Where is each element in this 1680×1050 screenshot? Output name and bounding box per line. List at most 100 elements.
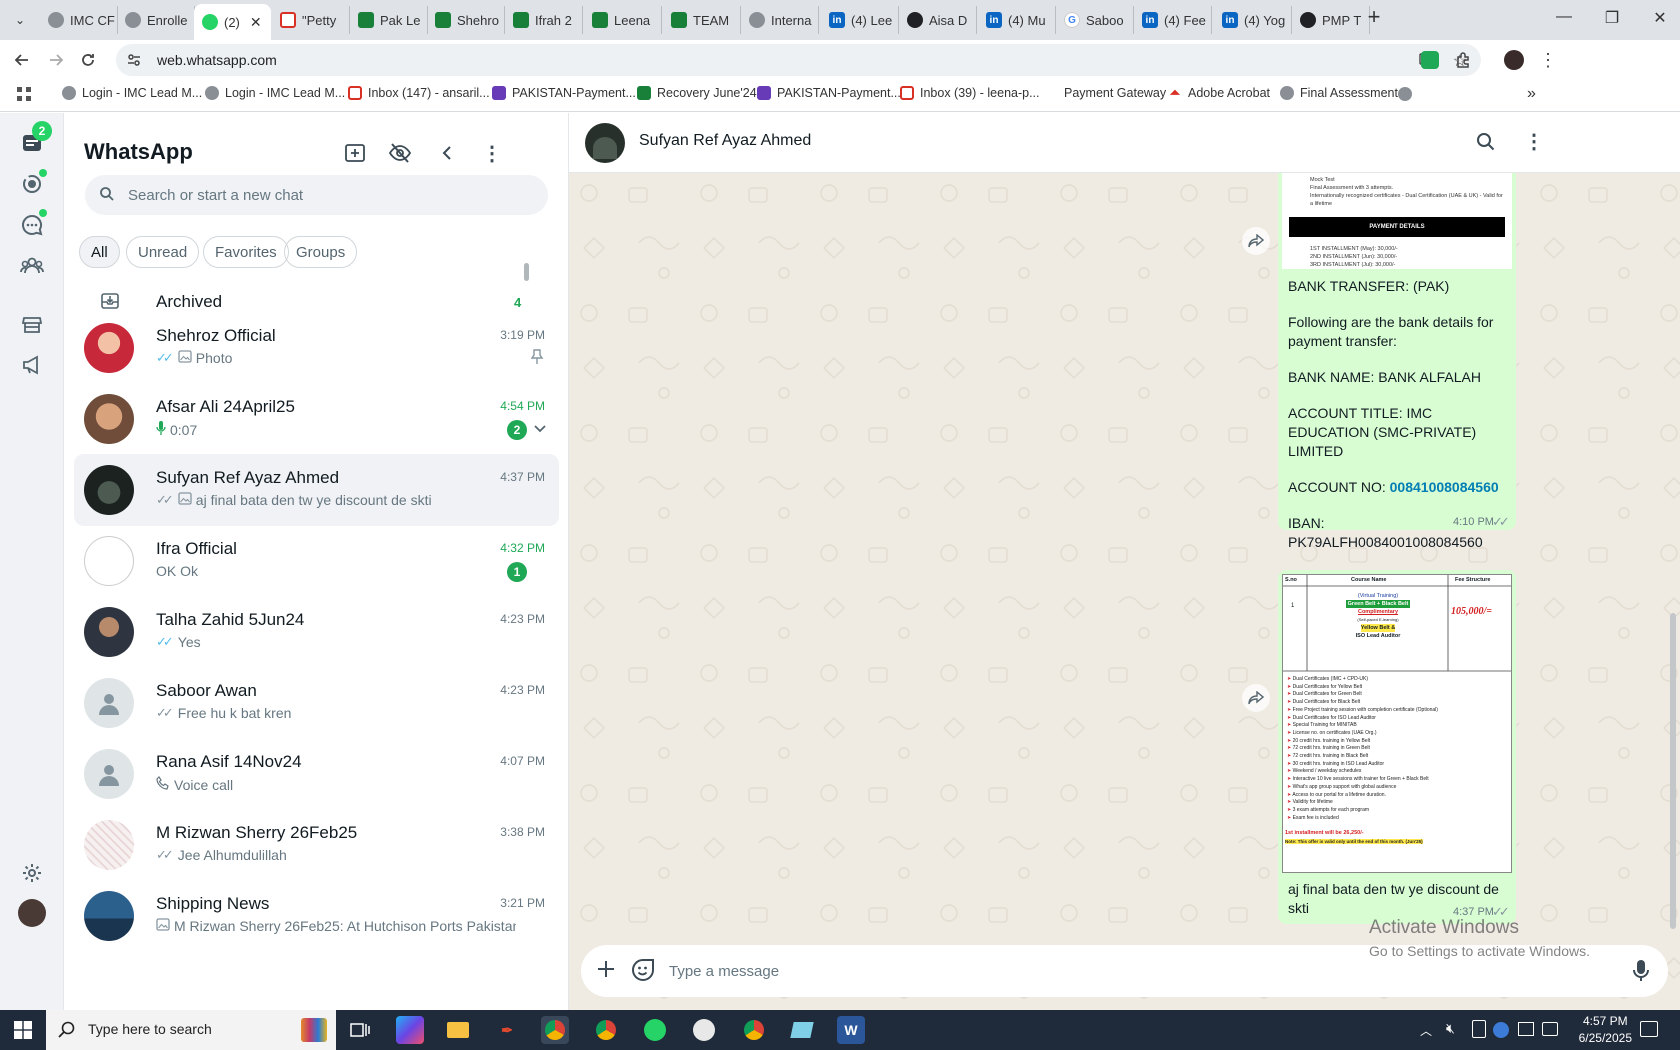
extensions-puzzle-icon[interactable]: [1452, 48, 1476, 72]
filter-chip[interactable]: Unread: [126, 236, 200, 268]
attach-plus-icon[interactable]: [595, 958, 617, 985]
maximize-icon[interactable]: ❐: [1600, 8, 1624, 28]
chrome-icon[interactable]: [541, 1016, 569, 1044]
conversation-search-icon[interactable]: [1476, 132, 1496, 157]
chat-avatar[interactable]: [84, 607, 134, 657]
bookmark-item[interactable]: Final Assessment: [1280, 86, 1398, 100]
notes-app-icon[interactable]: [788, 1016, 816, 1044]
tray-overflow-chevron-icon[interactable]: ︿: [1420, 1022, 1432, 1039]
browser-tab[interactable]: in (4) Mu: [978, 6, 1056, 34]
browser-tab[interactable]: in (4) Lee: [821, 6, 899, 34]
bookmark-item[interactable]: PAKISTAN-Payment...: [492, 86, 636, 100]
taskbar-clock[interactable]: 4:57 PM 6/25/2025: [1579, 1013, 1632, 1047]
chrome-second-icon[interactable]: [740, 1016, 768, 1044]
weather-icon[interactable]: [1493, 1022, 1509, 1038]
notifications-icon[interactable]: [1640, 1021, 1658, 1037]
chat-row[interactable]: Sufyan Ref Ayaz Ahmed 4:37 PM ✓✓ aj final b…: [74, 454, 559, 526]
bookmark-item[interactable]: Login - IMC Lead M...: [62, 86, 202, 100]
fee-structure-message[interactable]: S.no Course Name Fee Structure 1 (Virtua…: [1278, 570, 1516, 924]
bookmark-imc-icon[interactable]: [1398, 87, 1412, 101]
forward-share-icon[interactable]: [1242, 227, 1270, 255]
back-arrow-icon[interactable]: [10, 48, 34, 72]
word-icon[interactable]: W: [837, 1016, 865, 1044]
bookmark-item[interactable]: Inbox (147) - ansaril...: [348, 86, 490, 100]
bookmark-item[interactable]: ⏶ Adobe Acrobat: [1168, 85, 1270, 100]
emoji-sticker-icon[interactable]: [631, 958, 655, 987]
display-icon[interactable]: [1542, 1022, 1558, 1036]
chat-avatar[interactable]: [84, 891, 134, 941]
conversation-menu-kebab-icon[interactable]: ⋮: [1524, 129, 1544, 154]
device-icon[interactable]: [1472, 1020, 1486, 1038]
filter-chip[interactable]: Favorites: [203, 236, 289, 268]
chat-row[interactable]: Afsar Ali 24April25 4:54 PM 0:07 2: [74, 383, 559, 455]
bookmark-item[interactable]: Login - IMC Lead M...: [205, 86, 345, 100]
browser-tab[interactable]: "Petty: [272, 6, 350, 34]
browser-tab[interactable]: (2) ✕: [194, 4, 271, 40]
chat-row[interactable]: Ifra Official 4:32 PM OK Ok 1: [74, 525, 559, 597]
settings-gear-icon[interactable]: [20, 861, 44, 885]
task-view-icon[interactable]: [346, 1016, 374, 1044]
browser-tab[interactable]: Shehro: [427, 6, 505, 34]
chat-row[interactable]: M Rizwan Sherry 26Feb25 3:38 PM ✓✓ Jee Alhu…: [74, 809, 559, 881]
browser-tab[interactable]: Aisa D: [899, 6, 977, 34]
chat-options-chevron-icon[interactable]: [533, 421, 547, 439]
browser-tab[interactable]: TEAM: [663, 6, 741, 34]
extension-whatsapp-icon[interactable]: [1418, 48, 1442, 72]
bookmark-item[interactable]: Inbox (39) - leena-p...: [900, 86, 1040, 100]
bank-details-message[interactable]: Mock Test Final Assessment with 3 attemp…: [1278, 173, 1516, 550]
browser-tab[interactable]: G Saboo: [1056, 6, 1134, 34]
file-explorer-icon[interactable]: [444, 1016, 472, 1044]
browser-tab[interactable]: in (4) Fee: [1134, 6, 1212, 34]
reload-icon[interactable]: [76, 48, 100, 72]
browser-menu-kebab-icon[interactable]: ⋮: [1536, 48, 1560, 72]
filter-chip[interactable]: Groups: [284, 236, 358, 268]
chat-avatar[interactable]: [84, 678, 134, 728]
minimize-icon[interactable]: —: [1552, 8, 1576, 26]
volume-muted-icon[interactable]: 🔇︎: [1446, 1020, 1455, 1037]
close-tab-icon[interactable]: ✕: [250, 14, 262, 31]
bookmark-item[interactable]: Recovery June'24: [637, 86, 757, 100]
copilot-icon[interactable]: [396, 1016, 424, 1044]
app-feather-icon[interactable]: ✒: [493, 1016, 521, 1044]
chat-row[interactable]: Talha Zahid 5Jun24 4:23 PM ✓✓ Yes: [74, 596, 559, 668]
omnibox[interactable]: ☆: [116, 44, 1481, 76]
browser-tab[interactable]: IMC CF: [40, 6, 118, 34]
conversation-header[interactable]: Sufyan Ref Ayaz Ahmed ⋮: [569, 113, 1680, 173]
close-window-icon[interactable]: ✕: [1648, 8, 1672, 28]
microphone-icon[interactable]: [1632, 959, 1650, 988]
chat-avatar[interactable]: [84, 323, 134, 373]
conversation-scrollbar[interactable]: [1667, 173, 1679, 945]
site-info-icon[interactable]: [126, 52, 142, 73]
browser-tab[interactable]: Leena: [584, 6, 662, 34]
chat-avatar[interactable]: [84, 820, 134, 870]
communities-icon[interactable]: [20, 254, 44, 278]
account-number-link[interactable]: 00841008084560: [1390, 479, 1499, 495]
collapse-chevron-left-icon[interactable]: [435, 141, 459, 165]
browser-tab[interactable]: Ifrah 2: [505, 6, 583, 34]
contact-name[interactable]: Sufyan Ref Ayaz Ahmed: [639, 132, 811, 150]
search-input[interactable]: [128, 175, 528, 215]
browser-tab[interactable]: Interna: [741, 6, 819, 34]
forward-arrow-icon[interactable]: [44, 48, 68, 72]
url-text[interactable]: web.whatsapp.com: [157, 52, 277, 68]
browser-tab[interactable]: PMP T: [1292, 6, 1370, 34]
chat-row[interactable]: Rana Asif 14Nov24 4:07 PM Voice call: [74, 738, 559, 810]
browser-tab[interactable]: Enrolle: [117, 6, 195, 34]
chat-avatar[interactable]: [84, 394, 134, 444]
more-bookmarks-chevron-icon[interactable]: »: [1527, 85, 1536, 103]
profile-avatar-icon[interactable]: [1502, 48, 1526, 72]
contact-avatar[interactable]: [585, 123, 625, 163]
profile-avatar[interactable]: [18, 899, 46, 927]
chat-row[interactable]: Shipping News 3:21 PM M Rizwan Sherry 26Fe…: [74, 880, 559, 952]
taskbar-search-placeholder[interactable]: Type here to search: [88, 1021, 212, 1037]
new-tab-plus-icon[interactable]: +: [1362, 4, 1386, 30]
windows-start-icon[interactable]: [14, 1021, 32, 1044]
fee-structure-image[interactable]: S.no Course Name Fee Structure 1 (Virtua…: [1282, 574, 1512, 873]
browser-tab[interactable]: in (4) Yog: [1214, 6, 1292, 34]
chat-row[interactable]: Shehroz Official 3:19 PM ✓✓ Photo: [74, 312, 559, 384]
search-box[interactable]: [85, 175, 548, 215]
advertise-megaphone-icon[interactable]: [20, 353, 44, 377]
new-chat-icon[interactable]: [343, 141, 367, 165]
network-icon[interactable]: [1518, 1022, 1534, 1036]
clock-app-icon[interactable]: [690, 1016, 718, 1044]
